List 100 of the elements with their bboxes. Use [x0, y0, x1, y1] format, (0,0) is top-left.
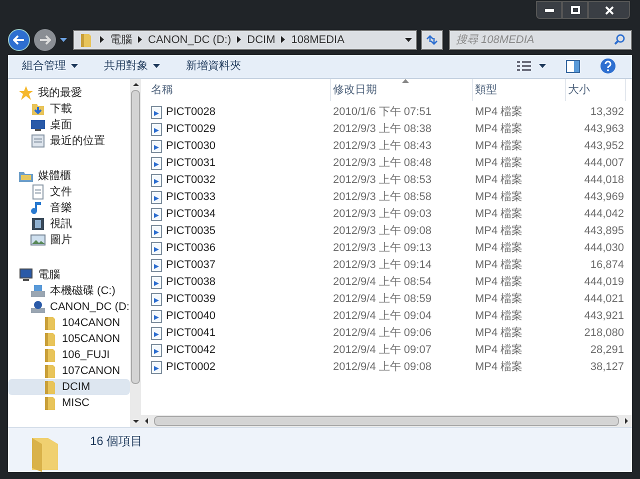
video-file-icon — [151, 157, 162, 170]
file-name[interactable]: PICT0036 — [166, 240, 216, 257]
video-file-icon — [151, 310, 162, 323]
refresh-button[interactable] — [421, 30, 443, 50]
vertical-scrollbar[interactable] — [130, 79, 141, 427]
sidebar-item[interactable]: 圖片 — [8, 232, 130, 248]
video-file-icon — [151, 276, 162, 289]
file-name[interactable]: PICT0002 — [166, 359, 216, 376]
sidebar-item[interactable]: 視訊 — [8, 216, 130, 232]
breadcrumb-item[interactable]: 108MEDIA — [291, 32, 344, 48]
date-cell-text: 2012/9/3 上午 09:13 — [332, 241, 432, 256]
scrollbar-thumb[interactable] — [131, 90, 140, 384]
file-name[interactable]: PICT0031 — [166, 155, 216, 172]
breadcrumb-item[interactable]: CANON_DC (D:) — [148, 32, 232, 48]
file-name[interactable]: PICT0028 — [166, 104, 216, 121]
folder-icon — [42, 395, 58, 411]
file-name[interactable]: PICT0042 — [166, 342, 216, 359]
file-name[interactable]: PICT0037 — [166, 257, 216, 274]
search-field[interactable]: 搜尋 108MEDIA — [456, 32, 614, 48]
breadcrumb-item[interactable]: DCIM — [247, 32, 276, 48]
close-button[interactable] — [588, 1, 630, 19]
video-file-icon — [151, 242, 162, 255]
file-name[interactable]: PICT0039 — [166, 291, 216, 308]
sidebar-item[interactable]: 105CANON — [8, 331, 130, 347]
sidebar-item[interactable]: 桌面 — [8, 117, 130, 133]
search-box[interactable]: 搜尋 108MEDIA — [449, 30, 632, 50]
sidebar-item[interactable]: 我的最愛 — [8, 85, 130, 101]
video-file-icon — [151, 361, 162, 374]
column-header[interactable]: 名稱 — [149, 79, 331, 101]
sidebar-item[interactable]: 107CANON — [8, 363, 130, 379]
video-file-icon — [151, 327, 162, 340]
help-icon[interactable] — [600, 58, 616, 74]
sidebar-item[interactable]: 104CANON — [8, 315, 130, 331]
file-name[interactable]: PICT0030 — [166, 138, 216, 155]
sidebar-item[interactable]: 本機磁碟 (C:) — [8, 283, 130, 299]
caret-icon[interactable] — [60, 38, 67, 42]
sidebar-item[interactable]: 文件 — [8, 184, 130, 200]
file-name[interactable]: PICT0029 — [166, 121, 216, 138]
file-name[interactable]: PICT0041 — [166, 325, 216, 342]
size-cell-text: 444,021 — [583, 292, 625, 308]
caret-icon[interactable] — [405, 38, 412, 42]
size-cell-text: 444,030 — [583, 241, 625, 256]
chevron-icon[interactable] — [138, 36, 142, 44]
type-cell-text: MP4 檔案 — [474, 360, 524, 376]
desktop-icon — [30, 117, 46, 133]
sidebar-item[interactable]: 媒體櫃 — [8, 168, 130, 184]
breadcrumb-item[interactable]: 電腦 — [110, 32, 132, 48]
file-name[interactable]: PICT0032 — [166, 172, 216, 189]
sidebar-item[interactable]: 下載 — [8, 101, 130, 117]
size-cell-text: 16,874 — [589, 258, 625, 274]
chevron-icon[interactable] — [100, 36, 104, 44]
type-cell-text: MP4 檔案 — [474, 224, 524, 240]
file-name[interactable]: PICT0034 — [166, 206, 216, 223]
maximize-button[interactable] — [562, 1, 588, 19]
minimize-button[interactable] — [536, 1, 562, 19]
chevron-icon[interactable] — [237, 36, 242, 44]
size-cell-text: 443,963 — [583, 122, 625, 138]
sidebar-item[interactable]: MISC — [8, 395, 130, 411]
scrollbar-thumb[interactable] — [154, 416, 619, 426]
column-header[interactable]: 大小 — [566, 79, 626, 101]
toolbar-button[interactable]: 組合管理 — [22, 58, 78, 75]
date-cell-text: 2012/9/4 上午 08:59 — [332, 292, 432, 308]
sidebar-item[interactable]: 最近的位置 — [8, 133, 130, 149]
file-name[interactable]: PICT0033 — [166, 189, 216, 206]
video-file-icon — [151, 259, 162, 272]
column-header[interactable]: 修改日期 — [331, 79, 473, 101]
preview-pane-icon[interactable] — [566, 60, 580, 73]
camera-icon — [30, 299, 46, 315]
date-cell-text: 2012/9/4 上午 08:54 — [332, 275, 432, 290]
toolbar-button[interactable]: 共用對象 — [104, 58, 160, 75]
folder-icon — [42, 331, 58, 347]
type-cell-text: MP4 檔案 — [474, 156, 524, 172]
size-cell-text: 444,007 — [583, 156, 625, 172]
picture-icon — [30, 232, 46, 248]
horizontal-scrollbar[interactable] — [141, 415, 632, 427]
download-icon — [30, 101, 46, 117]
sidebar-item[interactable]: CANON_DC (D: — [8, 299, 130, 315]
date-cell-text: 2010/1/6 下午 07:51 — [332, 105, 432, 120]
file-name[interactable]: PICT0035 — [166, 223, 216, 240]
column-header[interactable]: 類型 — [473, 79, 566, 101]
view-list-icon[interactable] — [517, 60, 531, 72]
file-name[interactable]: PICT0040 — [166, 308, 216, 325]
file-name[interactable]: PICT0038 — [166, 274, 216, 291]
video-file-icon — [151, 123, 162, 136]
caret-icon[interactable] — [539, 64, 546, 68]
date-cell-text: 2012/9/3 上午 08:43 — [332, 139, 432, 154]
back-arrow-icon — [13, 34, 25, 45]
sidebar-item[interactable]: DCIM — [8, 379, 130, 395]
sidebar-item[interactable]: 音樂 — [8, 200, 130, 216]
address-bar[interactable]: 電腦 CANON_DC (D:) DCIM 108MEDIA — [73, 30, 417, 50]
forward-arrow-icon — [39, 34, 51, 45]
forward-button[interactable] — [34, 28, 56, 51]
sidebar-item[interactable]: 電腦 — [8, 267, 130, 283]
date-cell-text: 2012/9/4 上午 09:04 — [332, 309, 432, 324]
sidebar-item[interactable]: 106_FUJI — [8, 347, 130, 363]
type-cell-text: MP4 檔案 — [474, 274, 524, 290]
back-button[interactable] — [8, 28, 30, 51]
chevron-icon[interactable] — [281, 36, 286, 44]
toolbar-button[interactable]: 新增資料夾 — [186, 58, 241, 75]
video-file-icon — [151, 344, 162, 357]
